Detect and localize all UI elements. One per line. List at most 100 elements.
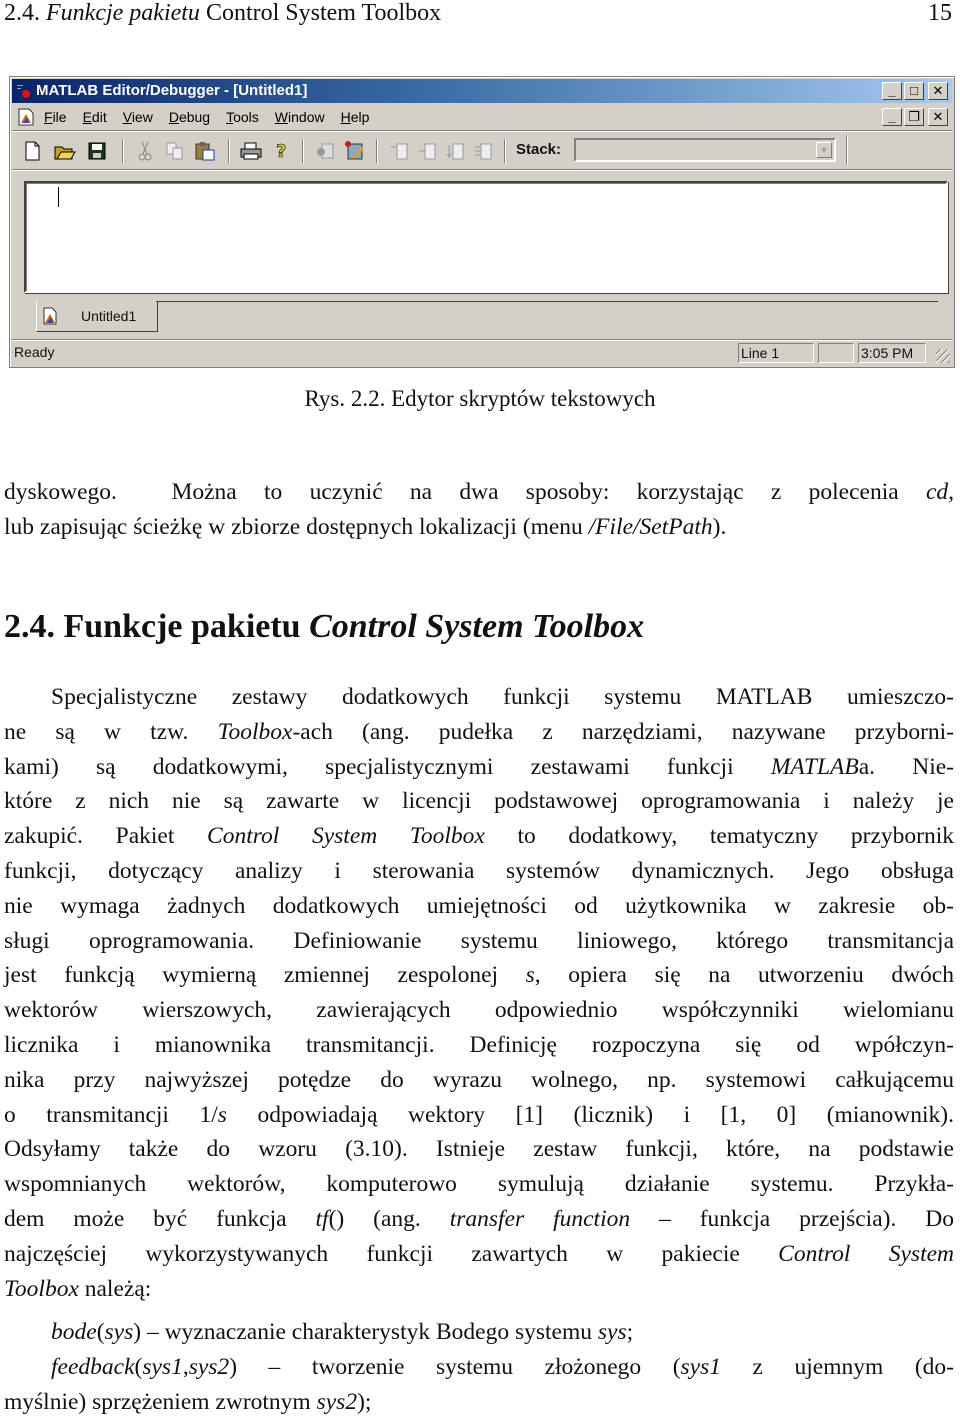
maximize-icon: □ (910, 83, 918, 98)
tab-strip-line (156, 301, 938, 302)
paste-button[interactable] (194, 140, 216, 162)
chevron-down-icon[interactable]: ▼ (816, 142, 832, 158)
print-button[interactable] (240, 140, 262, 162)
matlab-editor-window: MATLAB Editor/Debugger - [Untitled1] _ □… (9, 76, 955, 368)
text-line: jest funkcją wymierną zmiennej zespolone… (4, 962, 954, 989)
close-button[interactable]: ✕ (928, 82, 948, 100)
status-empty-panel (818, 343, 854, 363)
code-editor[interactable] (24, 181, 948, 293)
running-header: 2.4. Funkcje pakietu Control System Tool… (4, 0, 954, 26)
cut-icon (138, 141, 152, 161)
document-restore-button[interactable]: ❐ (904, 108, 924, 126)
matlab-document-icon[interactable] (18, 108, 34, 126)
status-time-panel: 3:05 PM (858, 343, 926, 363)
function-list-item: bode(sys) – wyznaczanie charakterystyk B… (4, 1315, 954, 1350)
menu-item-window[interactable]: Window (275, 105, 325, 129)
text-line: ne są w tzw. Toolbox-ach (ang. pudełka z… (4, 718, 954, 745)
save-icon (88, 142, 106, 160)
open-folder-icon (54, 146, 76, 160)
new-file-icon (25, 141, 40, 161)
section-title: Funkcje pakietu (63, 608, 301, 645)
svg-text:?: ? (276, 141, 286, 161)
paste-icon (195, 142, 215, 161)
minimize-icon: _ (888, 83, 896, 98)
toolbar-separator (122, 139, 124, 163)
text-line: Odsyłamy także do wzoru (3.10). Istnieje… (4, 1136, 954, 1163)
document-tab-untitled1[interactable]: Untitled1 (36, 301, 158, 332)
help-icon: ? (276, 141, 287, 161)
stack-dropdown[interactable]: ▼ (574, 138, 836, 162)
clear-breakpoints-button[interactable] (344, 140, 366, 162)
toolbar-separator (376, 139, 378, 163)
continue-icon (475, 143, 492, 160)
toolbar: ? Stack: ▼ (12, 133, 952, 167)
new-file-button[interactable] (22, 140, 44, 162)
minimize-button[interactable]: _ (882, 82, 902, 100)
step-in-button[interactable] (416, 140, 438, 162)
text-line: funkcji, dotyczący analizy i sterowania … (4, 857, 954, 884)
maximize-button[interactable]: □ (904, 82, 924, 100)
running-header-italic: Funkcje pakietu (46, 0, 200, 26)
text-line: dem może być funkcja tf() (ang. transfer… (4, 1205, 954, 1232)
toolbar-separator-line (12, 169, 952, 171)
text-line: lub zapisując ścieżkę w zbiorze dostępny… (4, 513, 727, 540)
text-line: dyskowego. Można to uczynić na dwa sposo… (4, 479, 954, 505)
text-caret (58, 187, 59, 207)
step-out-button[interactable] (444, 140, 466, 162)
document-minimize-button[interactable]: _ (882, 108, 902, 126)
menu-item-help[interactable]: Help (341, 105, 370, 129)
matlab-app-icon (16, 83, 32, 99)
text-line: wspomnianych wektorów, komputerowo symul… (4, 1171, 954, 1198)
page-number: 15 (928, 0, 952, 26)
save-button[interactable] (86, 140, 108, 162)
text-line: nie wymaga żadnych dodatkowych umiejętno… (4, 892, 954, 919)
text-line: Toolbox należą: (4, 1275, 152, 1302)
copy-icon (166, 142, 183, 160)
status-time: 3:05 PM (861, 345, 914, 361)
menu-bar: File Edit View Debug Tools Window Help _ ❐ ✕ (12, 105, 952, 129)
intro-paragraph: dyskowego. Można to uczynić na dwa sposo… (4, 475, 954, 545)
editor-area: Untitled1 (24, 181, 948, 341)
step-button[interactable] (388, 140, 410, 162)
menu-item-file[interactable]: File (44, 105, 67, 129)
cut-button[interactable] (134, 140, 156, 162)
set-breakpoint-button[interactable] (314, 140, 336, 162)
stack-label: Stack: (516, 141, 562, 158)
text-line: myślnie) sprzężeniem zwrotnym sys2); (4, 1388, 372, 1415)
toolbar-separator (846, 135, 848, 165)
title-bar[interactable]: MATLAB Editor/Debugger - [Untitled1] _ □… (12, 79, 952, 103)
text-line: kami) są dodatkowymi, specjalistycznymi … (4, 753, 954, 780)
function-list-item: feedback(sys1,sys2) – tworzenie systemu … (4, 1350, 954, 1420)
step-icon (391, 143, 408, 160)
status-line-panel: Line 1 (738, 343, 814, 363)
clear-breakpoints-icon (345, 141, 364, 160)
section-heading: 2.4. Funkcje pakietu Control System Tool… (4, 608, 644, 646)
toolbar-separator (228, 139, 230, 163)
section-number: 2.4. (4, 608, 55, 645)
help-button[interactable]: ? (270, 140, 292, 162)
menu-item-tools[interactable]: Tools (226, 105, 259, 129)
text-line: bode(sys) – wyznaczanie charakterystyk B… (51, 1319, 634, 1345)
toolbar-separator (302, 139, 304, 163)
window-title: MATLAB Editor/Debugger - [Untitled1] (36, 82, 308, 99)
text-line: sługi oprogramowania. Definiowanie syste… (4, 927, 954, 954)
menu-item-view[interactable]: View (123, 105, 153, 129)
running-header-section: 2.4. (4, 0, 40, 26)
continue-button[interactable] (472, 140, 494, 162)
menu-item-debug[interactable]: Debug (169, 105, 210, 129)
copy-button[interactable] (164, 140, 186, 162)
text-line: wektorów wierszowych, zawierających odpo… (4, 997, 954, 1024)
minimize-icon: _ (888, 109, 896, 124)
menu-item-edit[interactable]: Edit (83, 105, 107, 129)
document-close-button[interactable]: ✕ (928, 108, 948, 126)
running-header-title: Control System Toolbox (205, 0, 442, 26)
document-tab-label: Untitled1 (81, 308, 137, 324)
resize-grip-icon[interactable] (936, 349, 950, 363)
status-message: Ready (14, 344, 55, 360)
step-out-icon (446, 143, 464, 160)
text-line: zakupić. Pakiet Control System Toolbox t… (4, 823, 954, 850)
restore-icon: ❐ (908, 109, 920, 124)
text-line: najczęściej wykorzystywanych funkcji zaw… (4, 1240, 954, 1267)
open-file-button[interactable] (54, 140, 76, 162)
body-paragraph: Specjalistyczne zestawy dodatkowych funk… (4, 680, 954, 1306)
